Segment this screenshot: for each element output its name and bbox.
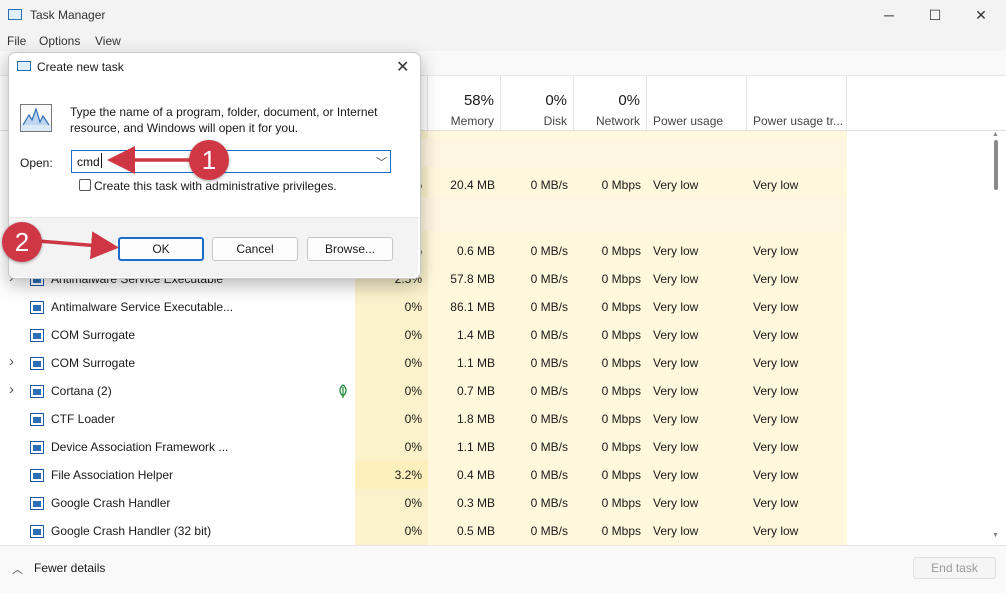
annotation-overlay [37,146,190,260]
step-2-badge: 2 [2,222,42,262]
annotation-arrow-2 [37,231,119,260]
step-1-badge: 1 [189,140,229,180]
